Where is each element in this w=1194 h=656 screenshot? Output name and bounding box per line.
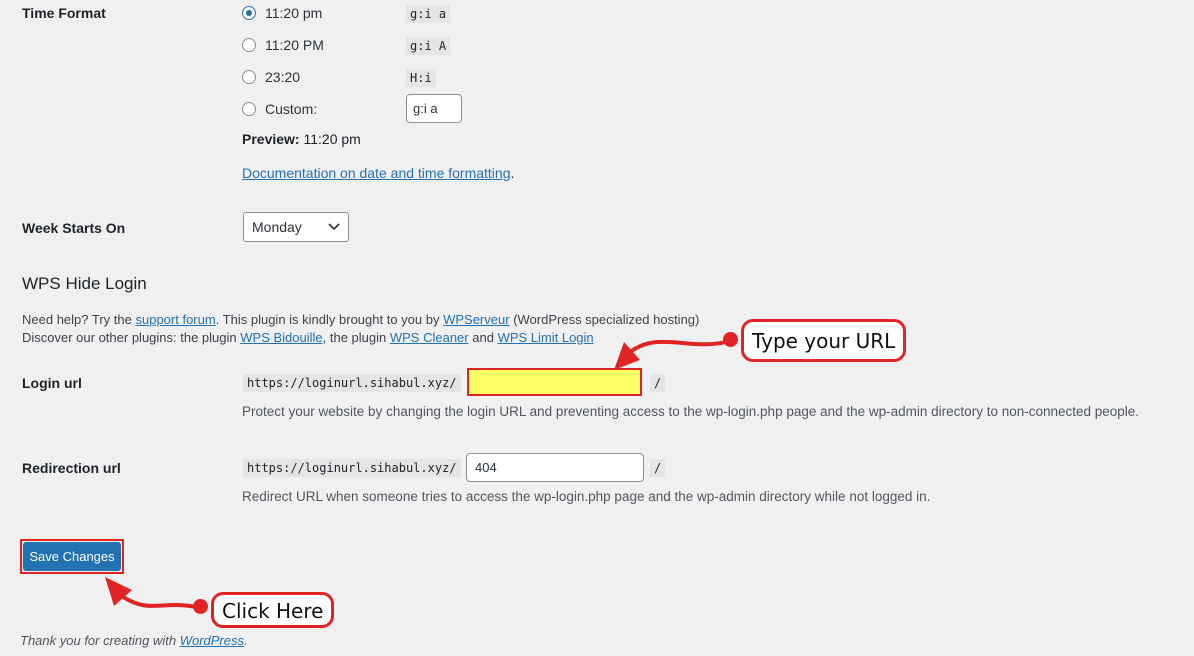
annotation-arrows bbox=[105, 339, 731, 609]
wordpress-link[interactable]: WordPress bbox=[180, 633, 244, 648]
type-url-arrow-line bbox=[628, 339, 731, 354]
click-here-callout: Click Here bbox=[211, 592, 335, 628]
type-url-dot bbox=[723, 332, 738, 347]
footer: Thank you for creating with WordPress. bbox=[20, 633, 248, 648]
click-here-arrow-line bbox=[118, 593, 198, 609]
type-url-callout: Type your URL bbox=[741, 319, 907, 362]
footer-suffix: . bbox=[244, 633, 248, 648]
footer-prefix: Thank you for creating with bbox=[20, 633, 177, 648]
click-here-dot bbox=[193, 599, 208, 614]
